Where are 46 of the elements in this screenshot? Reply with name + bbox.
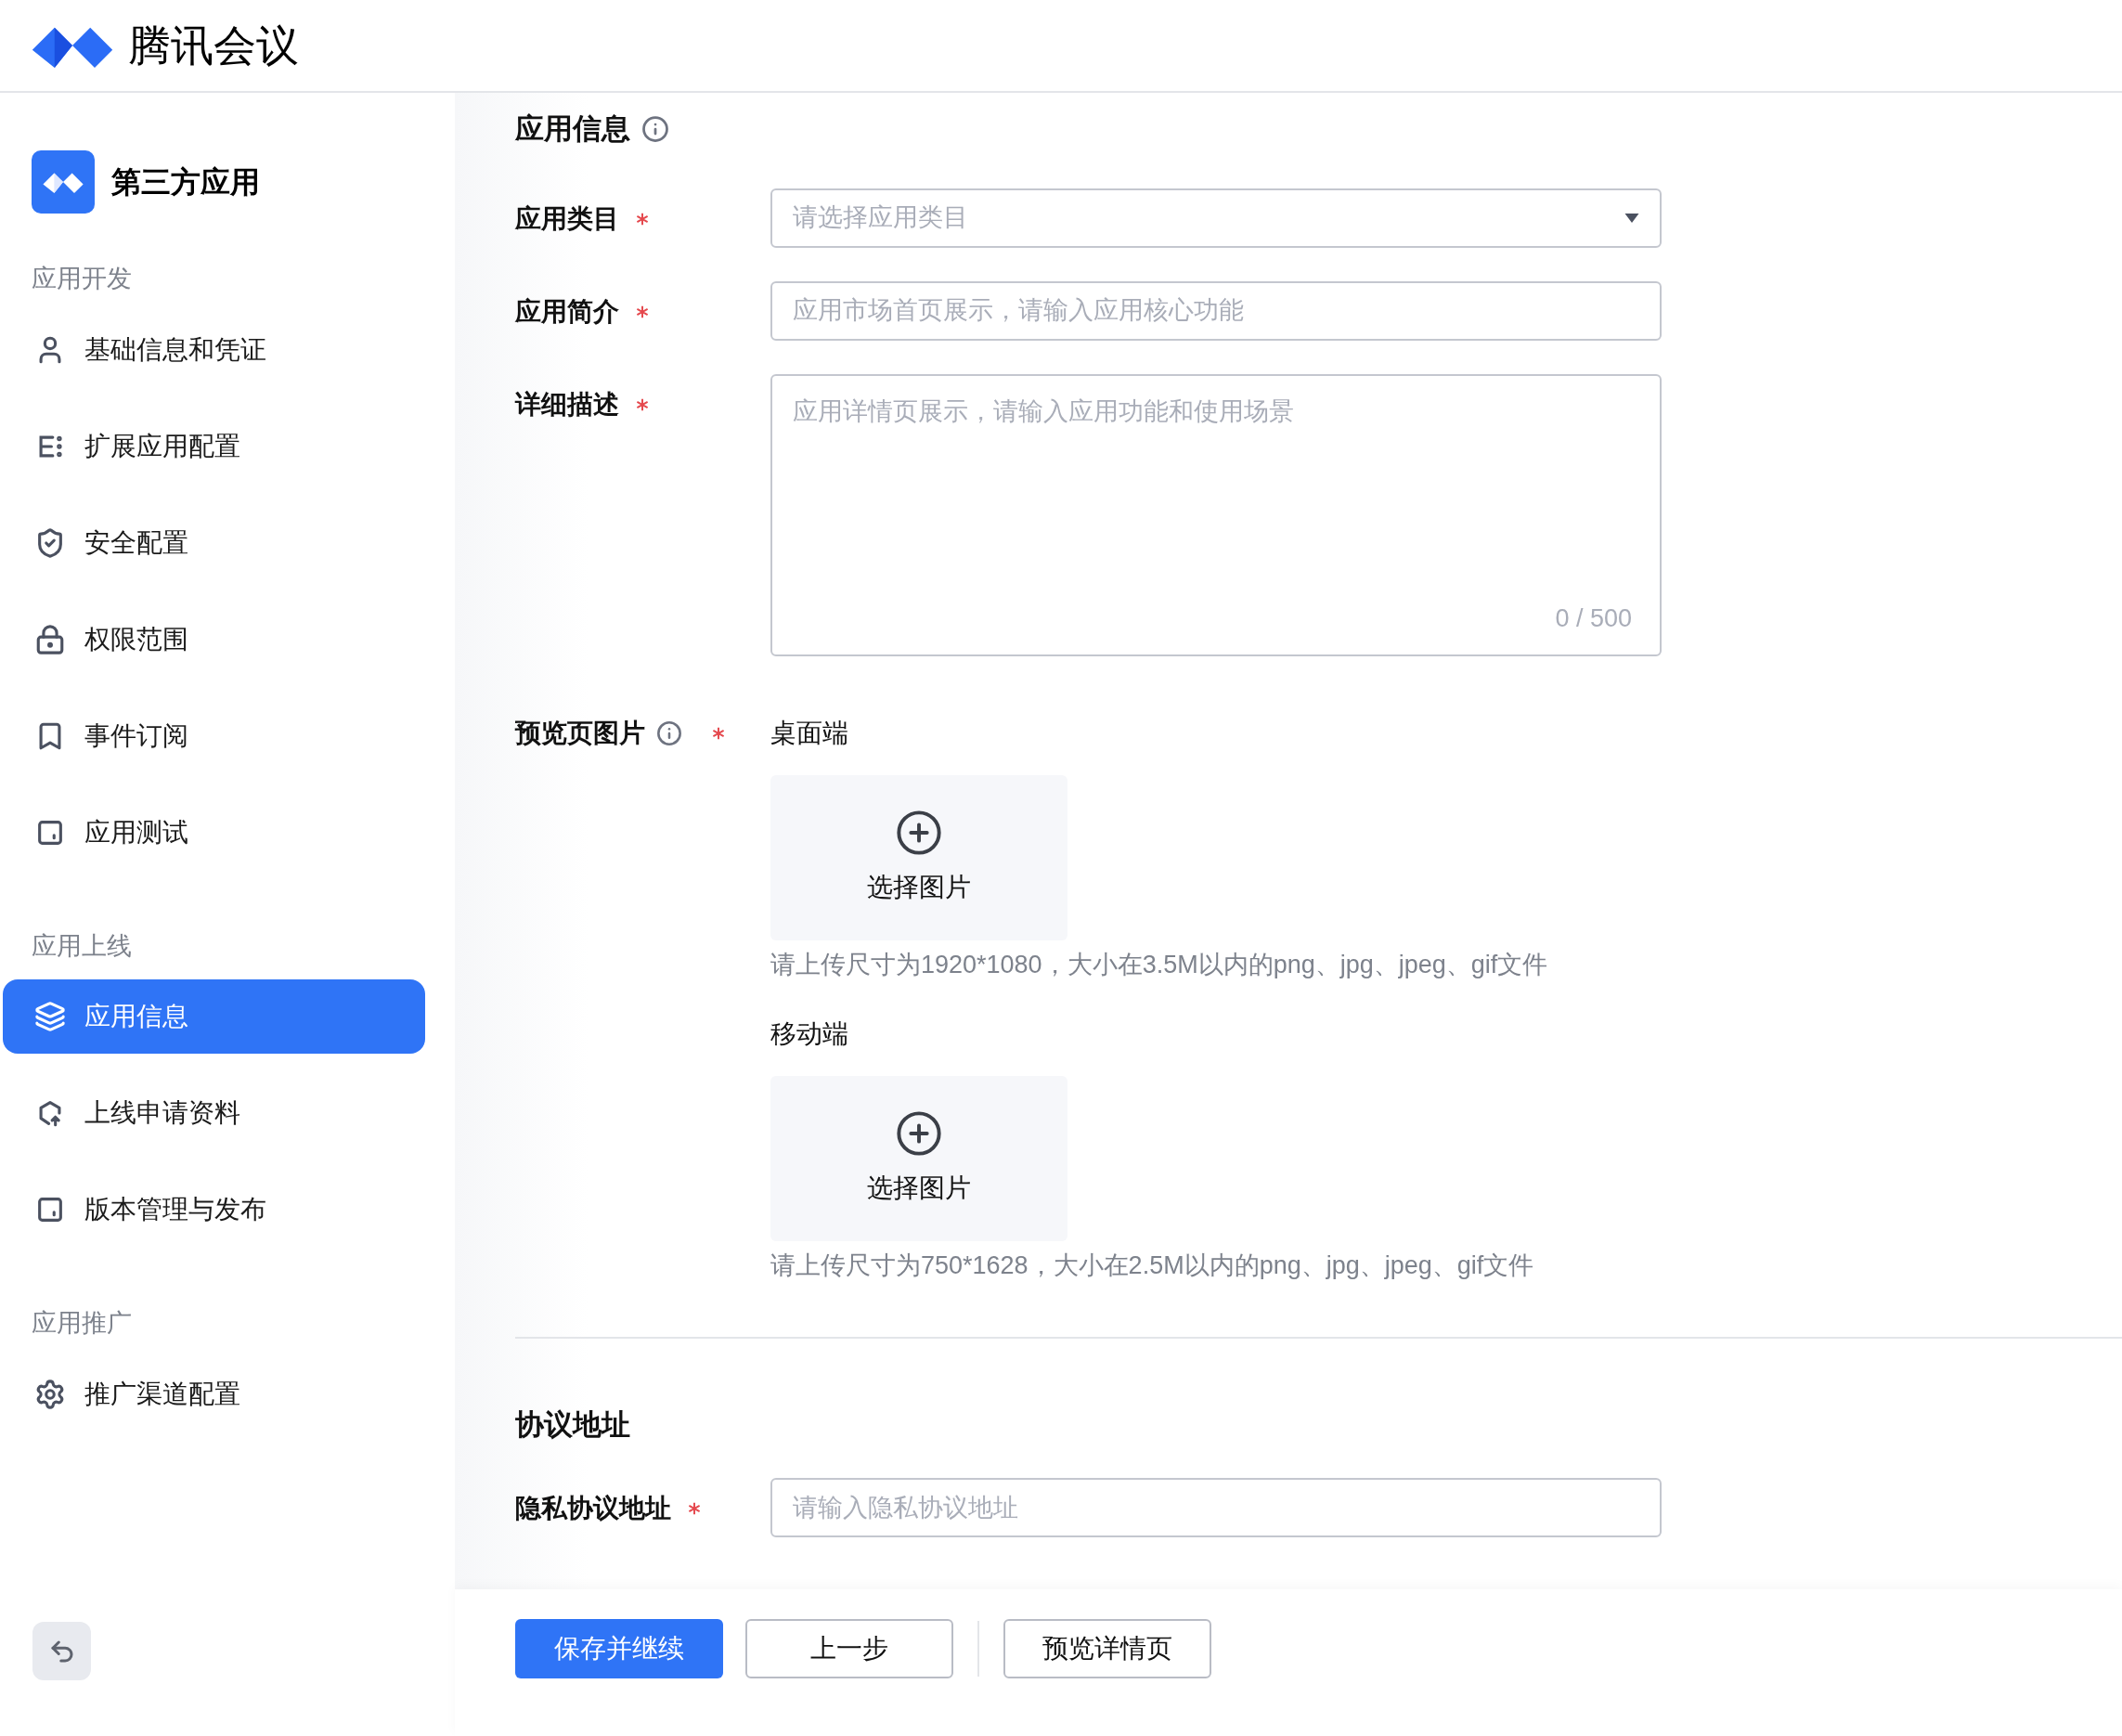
nav-item[interactable]: 事件订阅: [3, 698, 425, 773]
secondary-button[interactable]: 预览详情页: [1003, 1619, 1211, 1678]
text-input-field[interactable]: 请输入隐私协议地址: [770, 1478, 1662, 1537]
dropdown-caret-icon: [1624, 213, 1639, 223]
field-label: 应用类目: [515, 202, 619, 235]
section-title: 协议地址: [515, 1406, 631, 1443]
nav-item[interactable]: 扩展应用配置: [3, 408, 425, 484]
upload-hint: 请上传尺寸为750*1628，大小在2.5M以内的png、jpg、jpeg、gif文件: [770, 1250, 1535, 1281]
nav-item[interactable]: 上线申请资料: [3, 1076, 425, 1150]
image-upload-tile[interactable]: 选择图片: [770, 774, 1067, 940]
app-name: 第三方应用: [111, 164, 260, 201]
platform-label: 移动端: [770, 1018, 849, 1050]
text-input-field[interactable]: 应用市场首页展示，请输入应用核心功能: [770, 280, 1662, 341]
plus-circle-icon: [895, 1109, 943, 1158]
plus-circle-icon: [895, 808, 943, 857]
app-logo-icon: [43, 171, 84, 193]
nav-item[interactable]: 版本管理与发布: [3, 1172, 425, 1247]
nav-item[interactable]: 安全配置: [3, 505, 425, 580]
section-heading: 应用上线: [31, 930, 133, 962]
primary-button[interactable]: 保存并继续: [515, 1619, 723, 1678]
layers-icon: [34, 1001, 66, 1032]
character-counter: 0 / 500: [1555, 603, 1633, 634]
info-icon: [656, 719, 682, 746]
nav-item[interactable]: 权限范围: [3, 602, 425, 677]
section-title: 应用信息: [515, 111, 630, 147]
section-heading: 应用推广: [31, 1308, 133, 1339]
upload-hint: 请上传尺寸为1920*1080，大小在3.5M以内的png、jpg、jpeg、gif文件: [770, 949, 1548, 980]
field-label: 预览页图片: [515, 717, 645, 749]
nav-item[interactable]: 应用信息: [3, 979, 425, 1054]
section-heading: 应用开发: [31, 264, 133, 294]
lock-icon: [34, 623, 66, 655]
field-label: 应用简介: [515, 295, 619, 328]
gear-icon: [34, 1378, 66, 1410]
image-upload-tile[interactable]: 选择图片: [770, 1076, 1067, 1241]
platform-label: 桌面端: [770, 717, 849, 749]
textarea-placeholder: 应用详情页展示，请输入应用功能和使用场景: [793, 395, 1295, 427]
secondary-button[interactable]: 上一步: [745, 1619, 953, 1678]
brand-title: 腾讯会议: [128, 19, 299, 71]
nav-item[interactable]: 基础信息和凭证: [3, 312, 425, 387]
select-placeholder: 请选择应用类目: [793, 202, 968, 234]
nav-item[interactable]: 应用测试: [3, 795, 425, 870]
field-label: 隐私协议地址: [515, 1493, 671, 1524]
info-icon: [641, 115, 669, 144]
field-label: 详细描述: [515, 388, 619, 421]
back-button[interactable]: [32, 1622, 91, 1680]
nav-item[interactable]: 推广渠道配置: [3, 1356, 425, 1432]
